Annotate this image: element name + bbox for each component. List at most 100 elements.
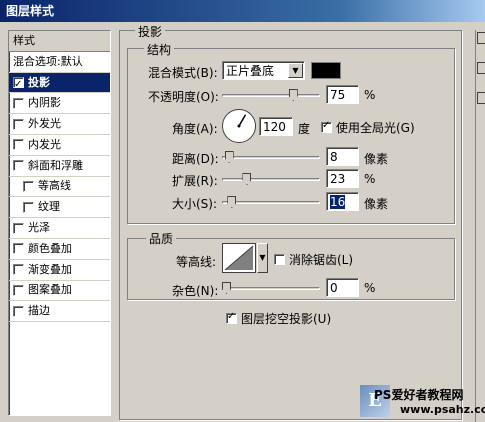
- chevron-down-icon[interactable]: ▼: [257, 243, 268, 273]
- spread-unit: %: [364, 172, 376, 186]
- style-item[interactable]: 图案叠加: [9, 281, 110, 302]
- style-item-label: 内阴影: [28, 96, 61, 110]
- window-title: 图层样式: [0, 0, 485, 22]
- slider-thumb[interactable]: [224, 151, 234, 163]
- drop-shadow-title: 投影: [135, 23, 166, 40]
- anti-alias-label: 消除锯齿(L): [289, 253, 354, 267]
- style-item-label: 光泽: [28, 221, 50, 235]
- style-item[interactable]: 投影: [9, 72, 110, 95]
- dialog-buttons-column: [475, 30, 485, 422]
- size-slider[interactable]: [222, 196, 320, 209]
- style-item-label: 投影: [28, 75, 50, 89]
- contour-label: 等高线:: [176, 255, 217, 269]
- blend-mode-select[interactable]: 正片叠底 ▼: [222, 61, 305, 80]
- slider-track: [222, 287, 320, 290]
- style-item-checkbox[interactable]: [13, 160, 24, 172]
- style-item[interactable]: 内发光: [9, 135, 110, 156]
- style-item-checkbox[interactable]: [13, 118, 24, 130]
- blend-mode-value: 正片叠底: [226, 64, 275, 78]
- quality-title: 品质: [146, 230, 177, 247]
- noise-slider[interactable]: [222, 282, 320, 295]
- distance-label: 距离(D):: [172, 152, 219, 166]
- style-item[interactable]: 光泽: [9, 218, 110, 239]
- style-item-label: 内发光: [28, 137, 61, 151]
- opacity-unit: %: [364, 88, 376, 102]
- style-item-checkbox[interactable]: [13, 222, 24, 234]
- distance-input[interactable]: 8: [326, 147, 359, 166]
- style-item-label: 混合选项:默认: [13, 54, 83, 68]
- size-input[interactable]: 16: [326, 192, 359, 211]
- style-item-label: 渐变叠加: [28, 262, 72, 276]
- knockout-label: 图层挖空投影(U): [241, 312, 332, 326]
- cancel-button[interactable]: [477, 62, 485, 74]
- global-light-option[interactable]: 使用全局光(G): [321, 119, 415, 136]
- slider-thumb[interactable]: [227, 196, 237, 208]
- style-item-checkbox[interactable]: [13, 75, 24, 95]
- knockout-checkbox[interactable]: [226, 311, 237, 324]
- style-item-checkbox[interactable]: [13, 284, 24, 296]
- angle-dial[interactable]: [222, 109, 256, 143]
- style-item-label: 斜面和浮雕: [28, 158, 83, 172]
- shadow-color-swatch[interactable]: [311, 62, 341, 79]
- structure-title: 结构: [144, 41, 175, 58]
- new-style-button[interactable]: [477, 92, 485, 104]
- slider-thumb[interactable]: [288, 89, 298, 101]
- style-item[interactable]: 渐变叠加: [9, 260, 110, 281]
- angle-unit: 度: [298, 122, 311, 136]
- knockout-option[interactable]: 图层挖空投影(U): [226, 310, 331, 327]
- styles-list: 样式 混合选项:默认投影内阴影外发光内发光斜面和浮雕等高线纹理光泽颜色叠加渐变叠…: [8, 30, 111, 416]
- blend-mode-label: 混合模式(B):: [148, 66, 218, 80]
- style-item-checkbox[interactable]: [13, 243, 24, 255]
- global-light-label: 使用全局光(G): [336, 121, 415, 135]
- angle-input[interactable]: 120: [259, 117, 293, 136]
- style-item-checkbox[interactable]: [13, 139, 24, 151]
- contour-picker[interactable]: [222, 243, 256, 273]
- opacity-input[interactable]: 75: [326, 85, 359, 104]
- angle-label: 角度(A):: [172, 122, 218, 136]
- slider-track: [222, 201, 320, 204]
- size-unit: 像素: [364, 197, 389, 211]
- opacity-slider[interactable]: [222, 89, 320, 102]
- style-item-checkbox[interactable]: [13, 264, 24, 276]
- ok-button[interactable]: [477, 32, 485, 44]
- style-item[interactable]: 等高线: [9, 177, 110, 198]
- spread-label: 扩展(R):: [172, 174, 218, 188]
- chevron-down-icon[interactable]: ▼: [288, 63, 303, 78]
- style-item-label: 描边: [28, 304, 50, 318]
- style-item-label: 外发光: [28, 117, 61, 131]
- style-item[interactable]: 外发光: [9, 114, 110, 135]
- style-item[interactable]: 内阴影: [9, 93, 110, 115]
- size-label: 大小(S):: [172, 197, 218, 211]
- style-item[interactable]: 混合选项:默认: [9, 52, 110, 73]
- style-item[interactable]: 斜面和浮雕: [9, 156, 110, 177]
- watermark-text-2: www.psahz.com: [400, 403, 485, 416]
- slider-track: [222, 156, 320, 159]
- style-item-label: 颜色叠加: [28, 241, 72, 255]
- angle-dial-needle: [237, 114, 247, 128]
- global-light-checkbox[interactable]: [321, 120, 332, 133]
- style-item-label: 图案叠加: [28, 283, 72, 297]
- contour-curve-icon: [224, 245, 254, 271]
- styles-list-header[interactable]: 样式: [9, 31, 110, 52]
- noise-input[interactable]: 0: [326, 278, 359, 297]
- watermark: E PS爱好者教程网 www.psahz.com: [360, 383, 485, 422]
- style-item-label: 等高线: [38, 179, 71, 193]
- anti-alias-option[interactable]: 消除锯齿(L): [274, 251, 353, 268]
- slider-thumb[interactable]: [222, 282, 231, 294]
- slider-thumb[interactable]: [242, 173, 252, 185]
- style-item-checkbox[interactable]: [13, 305, 24, 317]
- style-item[interactable]: 描边: [9, 301, 110, 323]
- style-item-label: 纹理: [38, 200, 60, 214]
- style-item[interactable]: 颜色叠加: [9, 239, 110, 260]
- noise-unit: %: [364, 281, 376, 295]
- style-item-checkbox[interactable]: [23, 201, 34, 213]
- spread-input[interactable]: 23: [326, 169, 359, 188]
- anti-alias-checkbox[interactable]: [274, 254, 285, 265]
- distance-slider[interactable]: [222, 151, 320, 164]
- spread-slider[interactable]: [222, 173, 320, 186]
- opacity-label: 不透明度(O):: [148, 90, 219, 104]
- style-item[interactable]: 纹理: [9, 197, 110, 219]
- style-item-checkbox[interactable]: [23, 180, 34, 192]
- style-item-checkbox[interactable]: [13, 97, 24, 109]
- noise-label: 杂色(N):: [172, 284, 219, 298]
